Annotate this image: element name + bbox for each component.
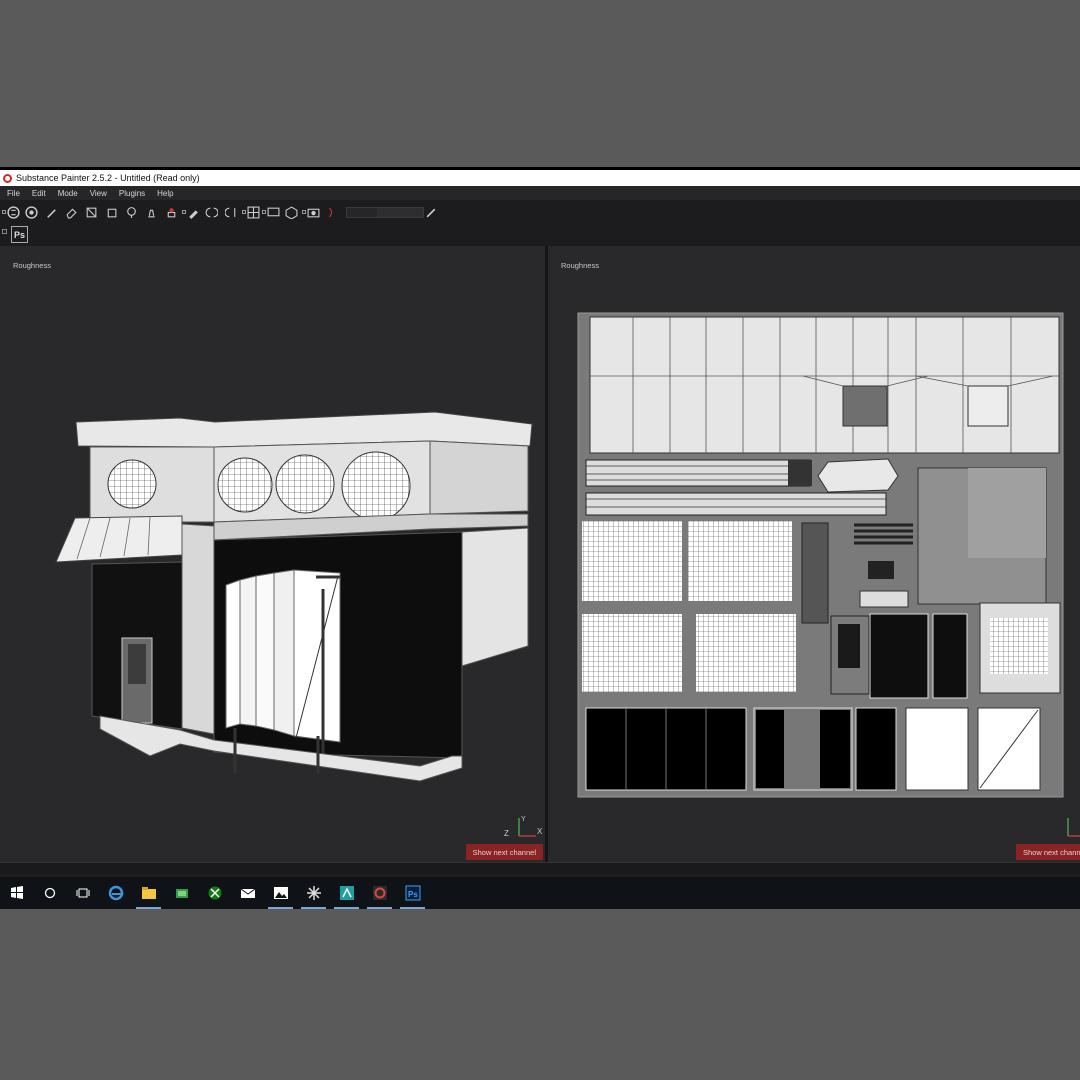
axis-gizmo: Z X Y	[503, 814, 543, 838]
edge-icon[interactable]	[99, 877, 132, 909]
material-picker-icon[interactable]	[162, 204, 180, 220]
symmetry-icon[interactable]	[2, 204, 20, 220]
paint-icon[interactable]	[42, 204, 60, 220]
pen-pressure-icon[interactable]	[422, 204, 440, 220]
substance-painter-window: Substance Painter 2.5.2 - Untitled (Read…	[0, 167, 1080, 909]
storefront-model	[55, 411, 533, 782]
file-explorer-icon[interactable]	[132, 877, 165, 909]
svg-text:Z: Z	[504, 829, 509, 838]
app-icon[interactable]	[165, 877, 198, 909]
brush-size-slider[interactable]	[346, 206, 424, 218]
display-mode-icon[interactable]	[262, 204, 280, 220]
polygon-fill-icon[interactable]	[102, 204, 120, 220]
app-2-icon[interactable]	[330, 877, 363, 909]
menu-help[interactable]: Help	[157, 189, 173, 198]
photoshop-icon[interactable]: Ps	[396, 877, 429, 909]
brush-size-icon	[322, 204, 340, 220]
show-next-channel-button[interactable]: Show next channel	[465, 844, 543, 860]
title-bar: Substance Painter 2.5.2 - Untitled (Read…	[0, 167, 1080, 186]
status-strip	[0, 862, 1080, 874]
picker-icon[interactable]	[182, 204, 200, 220]
svg-text:Ps: Ps	[408, 890, 418, 899]
window-title: Substance Painter 2.5.2 - Untitled (Read…	[16, 173, 200, 183]
search-icon[interactable]	[33, 877, 66, 909]
menu-plugins[interactable]: Plugins	[119, 189, 145, 198]
toolbar: 8 Ps	[0, 200, 1080, 246]
popout-icon[interactable]	[2, 229, 7, 234]
windows-taskbar: Ps	[0, 877, 1080, 909]
svg-text:X: X	[537, 827, 543, 836]
mirror-icon[interactable]	[202, 204, 220, 220]
projection-icon[interactable]	[82, 204, 100, 220]
clone-icon[interactable]	[142, 204, 160, 220]
photoshop-export-button[interactable]: Ps	[11, 226, 28, 243]
task-view-icon[interactable]	[66, 877, 99, 909]
camera-icon[interactable]	[302, 204, 320, 220]
show-next-channel-button[interactable]: Show next channel	[1016, 844, 1080, 860]
3d-viewport[interactable]: Roughness Z X Y Show next channel	[0, 246, 545, 862]
view-grid-icon[interactable]	[242, 204, 260, 220]
menu-file[interactable]: File	[7, 189, 20, 198]
uv-texture-map	[577, 312, 1064, 798]
substance-icon[interactable]	[22, 204, 40, 220]
photos-icon[interactable]	[264, 877, 297, 909]
axis-gizmo	[1060, 814, 1080, 838]
mirror-toggle-icon[interactable]	[222, 204, 240, 220]
menu-view[interactable]: View	[90, 189, 107, 198]
windows-icon[interactable]	[0, 877, 33, 909]
menu-bar: File Edit Mode View Plugins Help	[0, 186, 1080, 200]
svg-text:Y: Y	[521, 816, 526, 823]
xbox-icon[interactable]	[198, 877, 231, 909]
zbrush-icon[interactable]	[297, 877, 330, 909]
mail-icon[interactable]	[231, 877, 264, 909]
app-logo-icon	[3, 173, 12, 183]
smudge-icon[interactable]	[122, 204, 140, 220]
substance-painter-icon[interactable]	[363, 877, 396, 909]
eraser-icon[interactable]	[62, 204, 80, 220]
cube-icon[interactable]	[282, 204, 300, 220]
2d-texture-viewport[interactable]: Roughness Show next chann	[548, 246, 1080, 862]
menu-mode[interactable]: Mode	[58, 189, 78, 198]
menu-edit[interactable]: Edit	[32, 189, 46, 198]
